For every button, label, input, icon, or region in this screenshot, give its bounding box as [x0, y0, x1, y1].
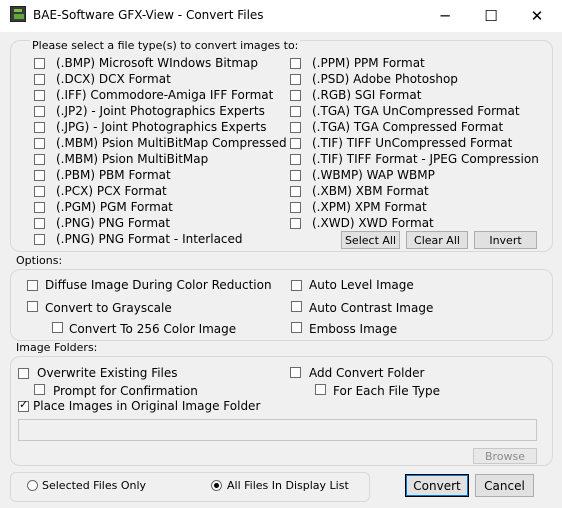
auto-contrast-label: Auto Contrast Image: [309, 301, 434, 315]
file-type-label: (.PGM) PGM Format: [56, 200, 173, 214]
maximize-button[interactable]: ☐: [468, 0, 514, 32]
file-type-label: (.WBMP) WAP WBMP: [312, 168, 435, 182]
close-button[interactable]: ✕: [514, 0, 560, 32]
file-type-label: (.TIF) TIFF UnCompressed Format: [312, 136, 513, 150]
file-type-label: (.XBM) XBM Format: [312, 184, 429, 198]
file-type-label: (.PCX) PCX Format: [56, 184, 167, 198]
options-legend: Options:: [16, 254, 63, 267]
diffuse-label: Diffuse Image During Color Reduction: [45, 278, 272, 292]
auto-level-checkbox[interactable]: [291, 280, 302, 291]
file-type-label: (.PNG) PNG Format: [56, 216, 171, 230]
file-type-checkbox[interactable]: [290, 90, 301, 101]
file-type-checkbox[interactable]: [290, 154, 301, 165]
all-files-radio[interactable]: [211, 480, 222, 491]
file-type-label: (.PBM) PBM Format: [56, 168, 171, 182]
color256-label: Convert To 256 Color Image: [69, 322, 237, 336]
minimize-icon: ─: [440, 7, 450, 25]
file-type-checkbox[interactable]: [34, 138, 45, 149]
file-type-label: (.MBM) Psion MultiBitMap: [56, 152, 209, 166]
overwrite-label: Overwrite Existing Files: [37, 366, 178, 380]
file-type-label: (.TGA) TGA Compressed Format: [312, 120, 504, 134]
invert-label: Invert: [489, 233, 522, 247]
file-type-checkbox[interactable]: [34, 186, 45, 197]
file-type-checkbox[interactable]: [34, 218, 45, 229]
add-convert-folder-label: Add Convert Folder: [309, 366, 425, 380]
folders-legend: Image Folders:: [16, 341, 98, 354]
file-type-label: (.JP2) - Joint Photographics Experts: [56, 104, 265, 118]
diffuse-checkbox[interactable]: [27, 280, 38, 291]
file-type-checkbox[interactable]: [290, 186, 301, 197]
file-type-label: (.JPG) - Joint Photographics Experts: [56, 120, 267, 134]
browse-button[interactable]: Browse: [473, 448, 537, 464]
file-type-label: (.RGB) SGI Format: [312, 88, 422, 102]
invert-button[interactable]: Invert: [474, 231, 537, 249]
file-type-label: (.IFF) Commodore-Amiga IFF Format: [56, 88, 274, 102]
file-type-label: (.MBM) Psion MultiBitMap Compressed: [56, 136, 287, 150]
overwrite-checkbox[interactable]: [18, 368, 29, 379]
clear-all-button[interactable]: Clear All: [406, 231, 468, 249]
file-type-checkbox[interactable]: [290, 202, 301, 213]
select-all-button[interactable]: Select All: [341, 231, 400, 249]
file-type-label: (.PPM) PPM Format: [312, 56, 425, 70]
file-type-checkbox[interactable]: [290, 106, 301, 117]
file-type-checkbox[interactable]: [290, 218, 301, 229]
all-files-label: All Files In Display List: [227, 479, 349, 492]
file-type-label: (.TGA) TGA UnCompressed Format: [312, 104, 520, 118]
cancel-button[interactable]: Cancel: [475, 474, 534, 497]
file-type-label: (.DCX) DCX Format: [56, 72, 171, 86]
auto-contrast-checkbox[interactable]: [291, 301, 302, 312]
browse-label: Browse: [484, 449, 526, 463]
file-type-label: (.BMP) Microsoft WIndows Bitmap: [56, 56, 259, 70]
each-type-label: For Each File Type: [333, 384, 440, 398]
auto-level-label: Auto Level Image: [309, 278, 414, 292]
file-type-checkbox[interactable]: [34, 58, 45, 69]
grayscale-checkbox[interactable]: [27, 301, 38, 312]
file-type-legend: Please select a file type(s) to convert …: [30, 39, 301, 52]
convert-label: Convert: [413, 478, 461, 493]
file-type-label: (.PSD) Adobe Photoshop: [312, 72, 458, 86]
place-original-label: Place Images in Original Image Folder: [33, 399, 261, 413]
grayscale-label: Convert to Grayscale: [45, 301, 172, 315]
app-icon: [10, 6, 26, 22]
file-type-checkbox[interactable]: [34, 154, 45, 165]
convert-button[interactable]: Convert: [405, 474, 469, 497]
file-type-checkbox[interactable]: [290, 122, 301, 133]
file-type-label: (.XPM) XPM Format: [312, 200, 427, 214]
file-type-checkbox[interactable]: [34, 74, 45, 85]
prompt-label: Prompt for Confirmation: [53, 384, 198, 398]
close-icon: ✕: [530, 7, 544, 25]
title-bar: BAE-Software GFX-View - Convert Files ─ …: [0, 0, 562, 32]
add-convert-folder-checkbox[interactable]: [290, 367, 301, 378]
prompt-checkbox[interactable]: [34, 384, 45, 395]
minimize-button[interactable]: ─: [422, 0, 468, 32]
emboss-checkbox[interactable]: [291, 322, 302, 333]
file-type-label: (.TIF) TIFF Format - JPEG Compression: [312, 152, 539, 166]
emboss-label: Emboss Image: [309, 322, 398, 336]
file-type-checkbox[interactable]: [290, 138, 301, 149]
file-type-checkbox[interactable]: [34, 170, 45, 181]
file-type-checkbox[interactable]: [290, 170, 301, 181]
file-type-checkbox[interactable]: [34, 122, 45, 133]
file-type-checkbox[interactable]: [34, 202, 45, 213]
file-type-checkbox[interactable]: [290, 74, 301, 85]
file-type-label: (.PNG) PNG Format - Interlaced: [56, 232, 243, 246]
select-all-label: Select All: [344, 233, 397, 247]
maximize-icon: ☐: [484, 7, 498, 25]
file-type-checkbox[interactable]: [34, 106, 45, 117]
selected-files-label: Selected Files Only: [42, 479, 147, 492]
file-type-checkbox[interactable]: [290, 58, 301, 69]
selected-files-radio[interactable]: [27, 480, 38, 491]
cancel-label: Cancel: [484, 478, 525, 493]
clear-all-label: Clear All: [414, 233, 460, 247]
folder-path-input[interactable]: [18, 419, 537, 441]
color256-checkbox[interactable]: [52, 322, 63, 333]
file-type-label: (.XWD) XWD Format: [312, 216, 434, 230]
file-type-checkbox[interactable]: [34, 90, 45, 101]
window-title: BAE-Software GFX-View - Convert Files: [33, 8, 264, 22]
file-type-checkbox[interactable]: [34, 234, 45, 245]
each-type-checkbox[interactable]: [315, 384, 326, 395]
place-original-checkbox[interactable]: [18, 398, 29, 412]
